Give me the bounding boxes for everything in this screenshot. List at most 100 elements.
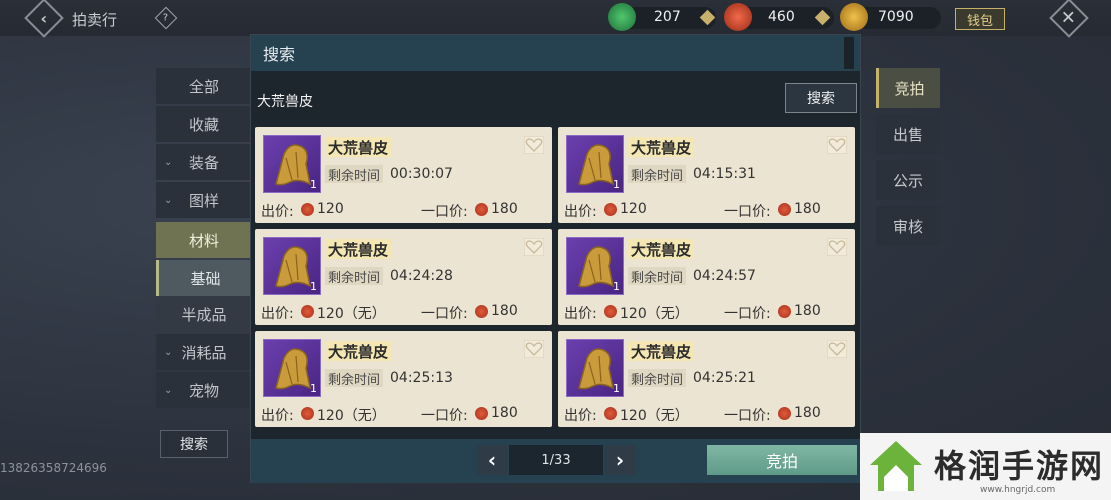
red-coin-icon [475, 407, 488, 420]
search-panel: 搜索 大荒兽皮 搜索 1 大荒兽皮 剩余时间 00:30:07 出价: 120 一口价: 18… [250, 34, 861, 483]
red-coin-icon [724, 3, 752, 31]
watermark-logo-icon [870, 441, 922, 491]
sidebar-item-semi-finished[interactable]: 半成品 [156, 296, 252, 332]
search-button[interactable]: 搜索 [785, 83, 857, 113]
tab-sell[interactable]: 出售 [876, 114, 940, 154]
listing-card[interactable]: 1 大荒兽皮 剩余时间 04:25:21 出价: 120（无） 一口价: 180 [558, 331, 855, 427]
chevron-down-icon: ⌄ [164, 346, 173, 358]
help-icon[interactable]: ? [154, 6, 178, 30]
listing-card[interactable]: 1 大荒兽皮 剩余时间 04:25:13 出价: 120（无） 一口价: 180 [255, 331, 552, 427]
back-icon: ‹ [40, 8, 48, 28]
item-thumbnail: 1 [566, 135, 624, 193]
tab-publicity[interactable]: 公示 [876, 160, 940, 200]
sidebar-item-all[interactable]: 全部 [156, 68, 252, 104]
remaining-time-value: 04:25:21 [693, 370, 756, 386]
sidebar-item-patterns[interactable]: ⌄ 图样 [156, 182, 252, 218]
item-quantity: 1 [613, 178, 620, 191]
item-quantity: 1 [613, 382, 620, 395]
favorite-heart-icon[interactable] [524, 238, 544, 256]
red-coin-icon [604, 305, 617, 318]
bid-price-label: 出价: [261, 204, 294, 220]
sidebar-item-favorites[interactable]: 收藏 [156, 106, 252, 142]
favorite-heart-icon[interactable] [524, 136, 544, 154]
bid-price-value: 120 [620, 201, 647, 217]
favorite-heart-icon[interactable] [827, 340, 847, 358]
wallet-button[interactable]: 钱包 [955, 8, 1005, 30]
sidebar-item-equipment[interactable]: ⌄ 装备 [156, 144, 252, 180]
red-coin-icon [778, 305, 791, 318]
bid-price-label: 出价: [564, 204, 597, 220]
favorite-heart-icon[interactable] [827, 238, 847, 256]
remaining-time-value: 04:24:57 [693, 268, 756, 284]
listing-card[interactable]: 1 大荒兽皮 剩余时间 04:24:28 出价: 120（无） 一口价: 180 [255, 229, 552, 325]
phone-number-text: 13826358724696 [0, 461, 107, 475]
hide-icon [275, 246, 312, 288]
jade-icon [608, 3, 636, 31]
page-title: 拍卖行 [72, 11, 118, 29]
buyout-price-value: 180 [794, 405, 821, 421]
remaining-time-label: 剩余时间 [628, 165, 687, 184]
next-page-button[interactable]: › [605, 445, 635, 475]
back-button[interactable]: ‹ [24, 0, 64, 38]
item-thumbnail: 1 [263, 135, 321, 193]
listing-card[interactable]: 1 大荒兽皮 剩余时间 04:24:57 出价: 120（无） 一口价: 180 [558, 229, 855, 325]
buyout-price-label: 一口价: [724, 204, 771, 220]
tab-review[interactable]: 审核 [876, 206, 940, 246]
prev-page-button[interactable]: ‹ [477, 445, 507, 475]
watermark-url: www.hngrjd.com [980, 485, 1056, 495]
top-bar: ‹ 拍卖行 ? 207 460 7090 钱包 ✕ [0, 0, 1111, 38]
red-coin-icon [475, 305, 488, 318]
red-coin-icon [604, 407, 617, 420]
tab-auction[interactable]: 竞拍 [876, 68, 940, 108]
red-coin-icon [778, 407, 791, 420]
bid-price-value: 120（无） [317, 408, 386, 424]
close-icon: ✕ [1061, 7, 1077, 29]
hide-icon [275, 348, 312, 390]
remaining-time-label: 剩余时间 [628, 267, 687, 286]
currency-red-value: 460 [768, 9, 795, 25]
chevron-down-icon: ⌄ [164, 156, 173, 168]
red-coin-icon [301, 203, 314, 216]
panel-header: 搜索 [251, 35, 860, 71]
sidebar-item-materials[interactable]: 材料 [156, 222, 252, 258]
buyout-price-label: 一口价: [421, 306, 468, 322]
item-name: 大荒兽皮 [628, 137, 695, 157]
item-thumbnail: 1 [263, 339, 321, 397]
remaining-time-label: 剩余时间 [325, 267, 384, 286]
listing-card[interactable]: 1 大荒兽皮 剩余时间 04:15:31 出价: 120 一口价: 180 [558, 127, 855, 223]
currency-gold-value: 7090 [878, 9, 914, 25]
buyout-price-value: 180 [794, 303, 821, 319]
bid-button[interactable]: 竞拍 [707, 445, 857, 475]
chevron-down-icon: ⌄ [164, 194, 173, 206]
sidebar-item-basic[interactable]: 基础 [156, 260, 252, 296]
scrollbar[interactable] [844, 37, 854, 69]
bid-price-value: 120 [317, 201, 344, 217]
currency-jade-value: 207 [654, 9, 681, 25]
bid-price-value: 120（无） [620, 306, 689, 322]
buyout-price-value: 180 [794, 201, 821, 217]
favorite-heart-icon[interactable] [827, 136, 847, 154]
favorite-heart-icon[interactable] [524, 340, 544, 358]
chevron-right-icon: › [615, 448, 625, 472]
remaining-time-value: 04:25:13 [390, 370, 453, 386]
buyout-price-value: 180 [491, 303, 518, 319]
hide-icon [275, 144, 312, 186]
remaining-time-label: 剩余时间 [325, 165, 384, 184]
buyout-price-label: 一口价: [724, 306, 771, 322]
sidebar-item-consumables[interactable]: ⌄ 消耗品 [156, 334, 252, 370]
sidebar-item-pets[interactable]: ⌄ 宠物 [156, 372, 252, 408]
buyout-price-value: 180 [491, 405, 518, 421]
listing-card[interactable]: 1 大荒兽皮 剩余时间 00:30:07 出价: 120 一口价: 180 [255, 127, 552, 223]
item-name: 大荒兽皮 [325, 239, 392, 259]
item-name: 大荒兽皮 [325, 137, 392, 157]
item-name: 大荒兽皮 [628, 341, 695, 361]
bid-price-value: 120（无） [620, 408, 689, 424]
bid-price-value: 120（无） [317, 306, 386, 322]
chevron-down-icon: ⌄ [164, 384, 173, 396]
sidebar-search-button[interactable]: 搜索 [160, 430, 228, 458]
hide-icon [578, 144, 615, 186]
red-coin-icon [475, 203, 488, 216]
close-button[interactable]: ✕ [1049, 0, 1089, 38]
item-name: 大荒兽皮 [325, 341, 392, 361]
search-query: 大荒兽皮 [257, 94, 313, 110]
